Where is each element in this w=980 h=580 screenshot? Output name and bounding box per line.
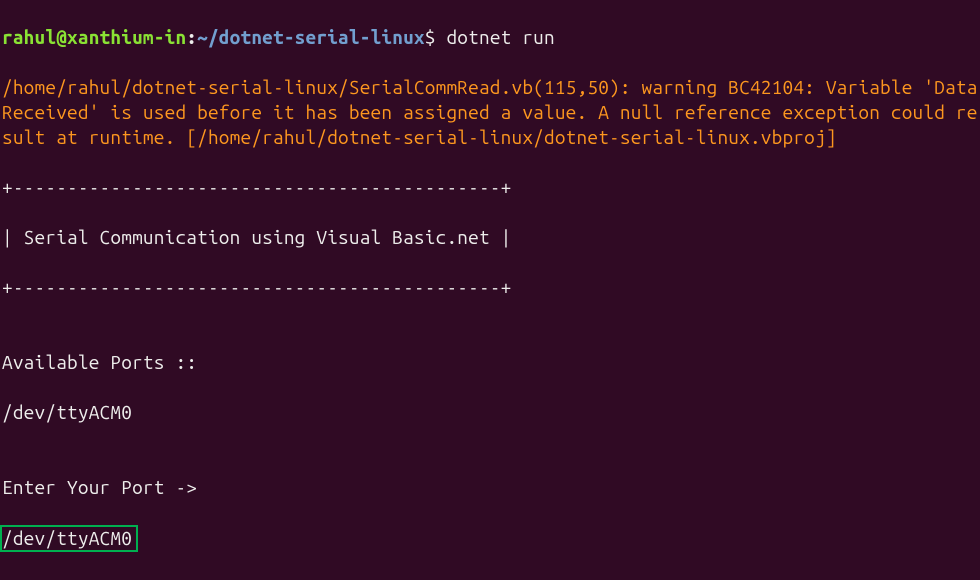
prompt-path: ~/dotnet-serial-linux <box>197 26 425 48</box>
banner-title: | Serial Communication using Visual Basi… <box>2 225 978 250</box>
prompt-user: rahul@xanthium-in <box>2 26 186 48</box>
compiler-warning: /home/rahul/dotnet-serial-linux/SerialCo… <box>2 75 978 150</box>
prompt-colon: : <box>186 26 197 48</box>
terminal-window[interactable]: rahul@xanthium-in:~/dotnet-serial-linux$… <box>0 0 980 580</box>
command-text: dotnet run <box>446 26 554 48</box>
available-ports-label: Available Ports :: <box>2 350 978 375</box>
available-port-value: /dev/ttyACM0 <box>2 400 978 425</box>
prompt-line: rahul@xanthium-in:~/dotnet-serial-linux$… <box>2 25 978 50</box>
banner-bottom: +---------------------------------------… <box>2 275 978 300</box>
port-input-line[interactable]: /dev/ttyACM0 <box>2 525 978 552</box>
enter-port-prompt: Enter Your Port -> <box>2 475 978 500</box>
banner-top: +---------------------------------------… <box>2 175 978 200</box>
prompt-dollar: $ <box>425 26 447 48</box>
port-input-value: /dev/ttyACM0 <box>0 525 138 552</box>
